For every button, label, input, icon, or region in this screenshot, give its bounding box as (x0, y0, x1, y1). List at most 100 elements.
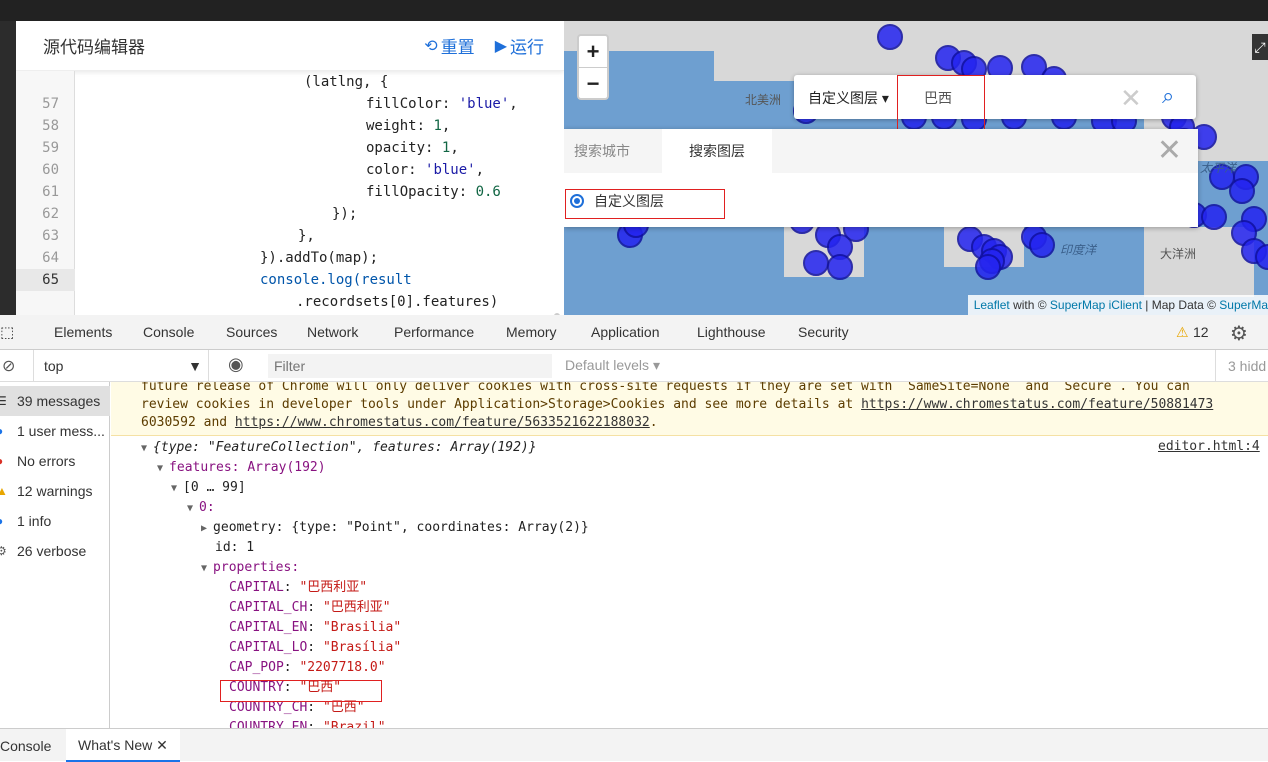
feature-marker[interactable] (1255, 244, 1268, 270)
map-search-box: 自定义图层 ▾ 巴西 ✕ ⌕ (794, 75, 1196, 119)
close-icon[interactable]: ✕ (1157, 133, 1182, 168)
tab-network[interactable]: Network (307, 315, 358, 350)
user-icon: ● (0, 416, 3, 446)
north-america-label: 北美洲 (745, 93, 782, 107)
log-geometry[interactable]: ▶ geometry: {type: "Point", coordinates:… (201, 518, 589, 538)
map-view[interactable]: 北美洲 太平洋 印度洋 大洋洲 + − 自定义图层 ▾ 巴西 ✕ ⌕ 搜索城市 … (564, 21, 1268, 315)
editor-header: 源代码编辑器 ⟲ 重置 ▶ 运行 (16, 21, 564, 71)
tab-memory[interactable]: Memory (506, 315, 557, 350)
sidebar-item[interactable]: ●1 info (0, 506, 110, 536)
code-line: 61 fillOpacity: 0.6 (16, 181, 564, 203)
expand-down-icon[interactable]: ▼ (141, 443, 153, 454)
verbose-icon: ⚙ (0, 544, 7, 558)
code-text: fillOpacity: 0.6 (366, 184, 501, 200)
tab-console[interactable]: Console (130, 315, 208, 352)
feature-marker[interactable] (1201, 204, 1227, 230)
tab-lighthouse[interactable]: Lighthouse (697, 315, 766, 350)
feature-marker[interactable] (1029, 232, 1055, 258)
log-id: id: 1 (215, 540, 255, 555)
clear-console-icon[interactable]: ⊘ (2, 356, 15, 376)
code-text: (latlng, { (304, 74, 389, 90)
oceania-label: 大洋洲 (1160, 247, 1197, 261)
zoom-out-button[interactable]: − (579, 67, 607, 98)
tab-elements[interactable]: Elements (54, 315, 112, 350)
levels-dropdown[interactable]: Default levels ▾ (565, 357, 660, 374)
search-results-panel: 搜索城市 搜索图层 ✕ 自定义图层 (564, 129, 1198, 227)
chromestatus-link-1[interactable]: https://www.chromestatus.com/feature/508… (861, 397, 1213, 412)
drawer-tab-bar: Console What's New ✕ (0, 728, 1268, 762)
sidebar-item[interactable]: ●1 user mess... (0, 416, 110, 446)
tab-application[interactable]: Application (591, 315, 660, 350)
code-text: }, (298, 228, 315, 244)
caret-down-icon: ▾ (881, 90, 889, 106)
feature-marker[interactable] (827, 254, 853, 280)
context-selector[interactable]: top ▼ (33, 350, 209, 382)
tab-security[interactable]: Security (798, 315, 849, 350)
settings-gear-icon[interactable]: ⚙ (1230, 321, 1248, 346)
source-link[interactable]: editor.html:4 (1158, 439, 1260, 454)
sidebar-item[interactable]: ☰ 39 messages (0, 386, 110, 416)
code-text: weight: 1, (366, 118, 451, 134)
fullscreen-icon[interactable]: ⤢ (1252, 34, 1268, 60)
sidebar-item[interactable]: ●No errors (0, 446, 110, 476)
line-number: 64 (42, 250, 59, 266)
inspect-icon[interactable]: ⬚ (0, 323, 14, 341)
reset-button[interactable]: ⟲ 重置 (424, 33, 474, 58)
expand-down-icon[interactable]: ▼ (157, 463, 169, 474)
chromestatus-link-2[interactable]: https://www.chromestatus.com/feature/563… (235, 415, 650, 430)
feature-marker[interactable] (975, 254, 1001, 280)
feature-marker[interactable] (877, 24, 903, 50)
cookie-warning: future release of Chrome will only deliv… (111, 382, 1268, 436)
drawer-tab-console[interactable]: Console (0, 738, 51, 754)
tab-performance[interactable]: Performance (394, 315, 474, 350)
sidebar-item[interactable]: ▲ 12 warnings (0, 476, 110, 506)
code-line: .recordsets[0].features) (16, 291, 564, 313)
reset-icon: ⟲ (424, 37, 438, 55)
expand-down-icon[interactable]: ▼ (171, 483, 183, 494)
tab-search-layer[interactable]: 搜索图层 (662, 129, 772, 173)
log-index[interactable]: ▼ 0: (187, 498, 215, 518)
expand-right-icon[interactable]: ▶ (201, 523, 213, 534)
warnings-count[interactable]: 12 (1193, 324, 1209, 340)
line-number: 62 (42, 206, 59, 222)
close-icon[interactable]: ✕ (156, 737, 168, 753)
expand-down-icon[interactable]: ▼ (201, 563, 213, 574)
code-text: console.log(result (260, 272, 412, 288)
supermap-link-2[interactable]: SuperMa (1219, 298, 1268, 312)
browser-top-bar (0, 0, 1268, 21)
log-features[interactable]: ▼ features: Array(192) (157, 458, 326, 478)
log-property: CAPITAL_EN: "Brasilia" (229, 620, 402, 635)
search-icon[interactable]: ⌕ (1162, 83, 1174, 109)
code-text: }); (332, 206, 358, 222)
hidden-count: 3 hidd (1215, 350, 1266, 382)
log-properties[interactable]: ▼ properties: (201, 558, 299, 578)
tab-sources[interactable]: Sources (226, 315, 277, 350)
line-number: 65 (16, 269, 75, 291)
run-button[interactable]: ▶ 运行 (495, 33, 544, 58)
log-root[interactable]: ▼ {type: "FeatureCollection", features: … (141, 438, 537, 458)
search-tabs: 搜索城市 搜索图层 ✕ (564, 129, 1198, 173)
line-number: 63 (42, 228, 59, 244)
code-text: .recordsets[0].features) (296, 294, 499, 310)
leaflet-link[interactable]: Leaflet (974, 298, 1010, 312)
console-toolbar: ⊘ top▼ ◉ Default levels ▾ 3 hidd (0, 350, 1268, 382)
annotation-box-country (220, 680, 382, 702)
feature-marker[interactable] (1229, 178, 1255, 204)
zoom-in-button[interactable]: + (579, 36, 607, 67)
layer-dropdown[interactable]: 自定义图层 ▾ (808, 88, 889, 108)
log-range[interactable]: ▼ [0 … 99] (171, 478, 246, 498)
code-area[interactable]: (latlng, {57 fillColor: 'blue', 58 weight: … (16, 71, 564, 315)
expand-down-icon[interactable]: ▼ (187, 503, 199, 514)
eye-icon[interactable]: ◉ (228, 354, 244, 375)
drawer-tab-whats-new[interactable]: What's New ✕ (66, 729, 180, 762)
filter-input[interactable] (268, 354, 552, 378)
feature-marker[interactable] (803, 250, 829, 276)
supermap-link[interactable]: SuperMap iClient (1050, 298, 1142, 312)
clear-icon[interactable]: ✕ (1120, 83, 1142, 114)
devtools-tab-bar: ⬚ Elements Console Sources Network Perfo… (0, 315, 1268, 352)
annotation-box-radio (565, 189, 725, 219)
tab-search-city[interactable]: 搜索城市 (564, 129, 662, 173)
line-number: 61 (42, 184, 59, 200)
sidebar-item[interactable]: ⚙ 26 verbose (0, 536, 110, 566)
warning-icon: ⚠ (1176, 324, 1189, 340)
